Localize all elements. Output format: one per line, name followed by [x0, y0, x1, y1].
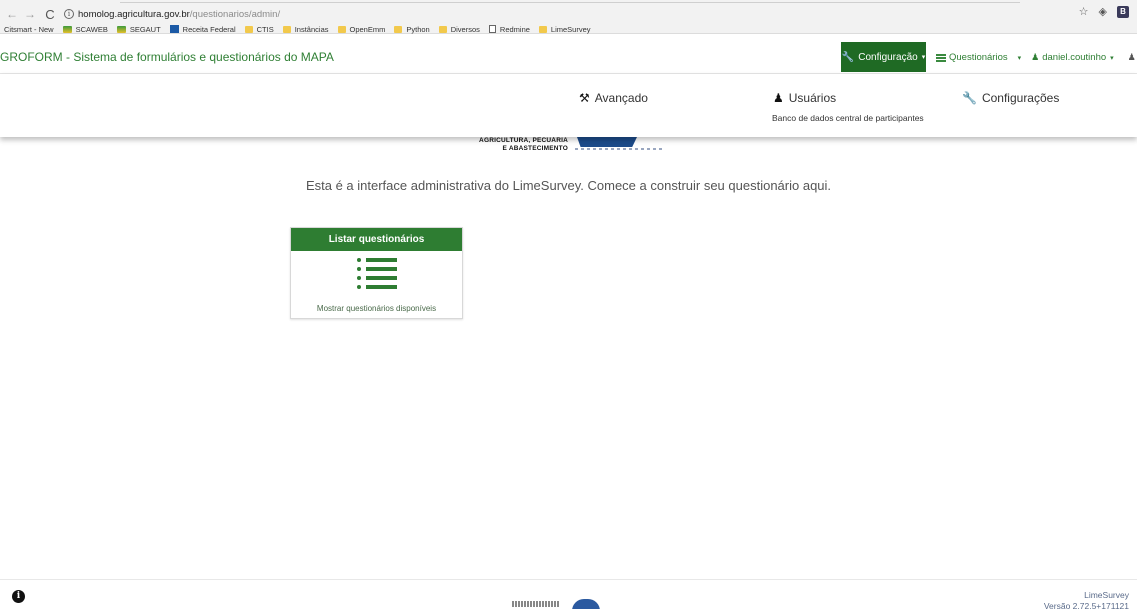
bookmark-label: LimeSurvey — [550, 24, 591, 34]
wrench-icon: 🔧 — [841, 51, 855, 63]
footer: i LimeSurvey Versão 2.72.5+171121 — [0, 579, 1137, 609]
url-path: /questionarios/admin/ — [189, 8, 281, 20]
bookmark-label: Receita Federal — [182, 24, 236, 34]
bookmark-label: Python — [406, 24, 430, 34]
bookmark-item[interactable]: OpenEmm — [337, 24, 386, 34]
logo-text-line1: AGRICULTURA, PECUÁRIA — [479, 137, 568, 144]
bookmark-label: Redmine — [499, 24, 530, 34]
info-icon[interactable]: i — [12, 590, 25, 603]
list-icon — [936, 53, 946, 62]
settings-menu-item[interactable]: 🔧 Configurações — [962, 91, 1059, 105]
ministry-logo: AGRICULTURA, PECUÁRIA E ABASTECIMENTO — [472, 137, 672, 157]
address-bar[interactable]: i homolog.agricultura.gov.br/questionari… — [64, 9, 280, 20]
advanced-label: Avançado — [594, 91, 648, 105]
bookmark-item[interactable]: SCAWEB — [62, 24, 108, 34]
surveys-menu-link[interactable]: Questionários — [949, 52, 1008, 63]
bookmark-label: Citsmart - New — [4, 24, 54, 34]
footer-logo-text — [512, 601, 560, 607]
brasil-logo-tagline — [575, 148, 665, 150]
logo-text-line2: E ABASTECIMENTO — [502, 145, 568, 152]
back-arrow-icon[interactable]: ← — [6, 7, 18, 21]
bookmark-item[interactable]: LimeSurvey — [538, 24, 591, 34]
bookmark-star-icon[interactable]: ☆ — [1079, 5, 1089, 18]
extension-b-icon[interactable]: B — [1117, 5, 1129, 18]
chevron-down-icon[interactable]: ▾ — [1018, 54, 1022, 62]
wrench-icon: 🔧 — [962, 91, 977, 105]
bookmark-item[interactable]: Redmine — [488, 24, 530, 34]
folder-icon — [538, 25, 547, 33]
users-menu-item[interactable]: ♟ Usuários — [773, 91, 836, 105]
bookmark-favicon-icon — [169, 25, 179, 33]
folder-icon — [394, 25, 403, 33]
folder-icon — [282, 25, 291, 33]
browser-chrome: ← → C i homolog.agricultura.gov.br/quest… — [0, 0, 1137, 34]
central-participants-link[interactable]: Banco de dados central de participantes — [772, 113, 924, 123]
advanced-menu-item[interactable]: ⚒ Avançado — [579, 91, 648, 105]
user-icon: ♟ — [1031, 52, 1040, 62]
settings-label: Configurações — [981, 91, 1060, 105]
panel-title: Listar questionários — [291, 228, 462, 251]
browser-nav-row: ← → C i homolog.agricultura.gov.br/quest… — [0, 6, 1137, 22]
folder-icon — [244, 25, 253, 33]
user-menu-link[interactable]: daniel.coutinho — [1042, 52, 1106, 63]
bookmark-item[interactable]: Python — [394, 24, 430, 34]
forward-arrow-icon[interactable]: → — [24, 7, 36, 21]
panel-description: Mostrar questionários disponíveis — [316, 304, 437, 313]
browser-actions: ☆ ◈ B — [1079, 5, 1129, 18]
app-version: Versão 2.72.5+171121 — [1043, 601, 1129, 609]
bookmark-label: SCAWEB — [75, 24, 108, 34]
brasil-logo-mark — [577, 137, 637, 147]
bookmark-item[interactable]: Instâncias — [282, 24, 329, 34]
configuration-dropdown: ⚒ Avançado ♟ Usuários Banco de dados cen… — [0, 74, 1137, 137]
bookmark-favicon-icon — [62, 25, 72, 33]
navbar-right: Questionários ▾ ♟ daniel.coutinho ▾ ♟ — [936, 52, 1136, 63]
bookmark-item[interactable]: Citsmart - New — [4, 25, 54, 34]
footer-ministry-logo — [512, 597, 602, 609]
app-name-link[interactable]: LimeSurvey — [1044, 590, 1129, 601]
bookmark-item[interactable]: Receita Federal — [169, 24, 236, 34]
bookmark-item[interactable]: Diversos — [438, 24, 480, 34]
page-icon — [488, 25, 496, 33]
bookmark-label: CTIS — [256, 24, 274, 34]
reload-icon[interactable]: C — [44, 7, 56, 22]
configuration-label: Configuração — [858, 51, 918, 63]
configuration-menu-button[interactable]: 🔧 Configuração ▾ — [841, 42, 926, 72]
user-icon: ♟ — [773, 91, 784, 105]
bookmark-label: Diversos — [450, 24, 480, 34]
footer-logo-globe — [572, 599, 600, 609]
site-info-icon[interactable]: i — [64, 9, 74, 19]
folder-icon — [337, 25, 346, 33]
bookmark-label: OpenEmm — [349, 24, 386, 34]
chevron-down-icon: ▾ — [921, 54, 926, 61]
welcome-message: Esta é a interface administrativa do Lim… — [305, 178, 832, 193]
chevron-down-icon[interactable]: ▾ — [1110, 54, 1114, 62]
bookmark-item[interactable]: SEGAUT — [116, 24, 161, 34]
notifications-icon[interactable]: ♟ — [1128, 52, 1136, 63]
extension-icon[interactable]: ◈ — [1099, 5, 1107, 18]
bookmark-item[interactable]: CTIS — [244, 24, 274, 34]
tools-icon: ⚒ — [579, 91, 590, 105]
list-icon — [357, 258, 397, 292]
users-label: Usuários — [788, 91, 837, 105]
folder-icon — [438, 25, 447, 33]
bookmark-favicon-icon — [116, 25, 126, 33]
bookmark-label: SEGAUT — [129, 24, 161, 34]
tab-strip — [120, 0, 1020, 3]
bookmarks-bar: Citsmart - New SCAWEB SEGAUT Receita Federa… — [0, 23, 600, 35]
app-brand[interactable]: GROFORM - Sistema de formulários e quest… — [0, 50, 334, 64]
bookmark-label: Instâncias — [294, 24, 329, 34]
version-info: LimeSurvey Versão 2.72.5+171121 — [1044, 590, 1129, 609]
list-surveys-panel[interactable]: Listar questionários Mostrar questionári… — [290, 227, 463, 319]
url-domain: homolog.agricultura.gov.br — [78, 8, 190, 20]
